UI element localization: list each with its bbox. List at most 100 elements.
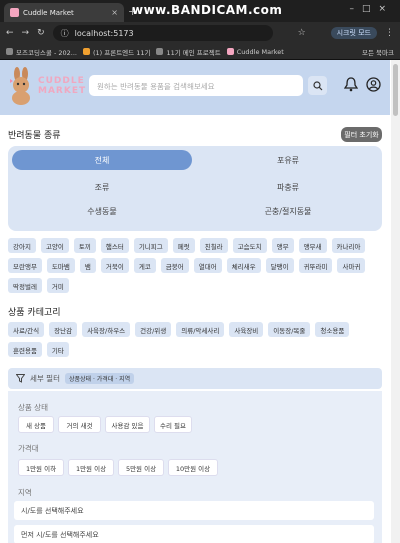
bookmark-item[interactable]: (1) 프론트엔드 11기 [82, 47, 150, 57]
bookmark-icon [156, 48, 164, 55]
back-icon[interactable]: ← [6, 28, 14, 38]
search-icon [312, 80, 322, 90]
category-chip[interactable]: 기타 [46, 342, 69, 357]
bookmark-item[interactable]: 11기 메인 프로젝트 [156, 47, 221, 57]
species-chip[interactable]: 강아지 [8, 238, 36, 253]
recording-watermark: www.BANDICAM.com [132, 3, 283, 17]
detail-filter-panel: 상품 상태 새 상품 거의 새것 사용감 있음 수리 필요 가격대 1만원 이하… [8, 391, 382, 543]
url-text: localhost:5173 [74, 28, 134, 38]
site-info-icon[interactable]: ⓘ [61, 28, 69, 39]
category-chip[interactable]: 사료/간식 [8, 322, 45, 337]
filter-icon [16, 374, 25, 383]
bookmark-icon [82, 48, 90, 55]
incognito-profile[interactable]: 시크릿 모드 [330, 27, 377, 39]
region-select[interactable]: 시/도를 선택해주세요 [14, 501, 374, 520]
species-chip[interactable]: 체리새우 [226, 258, 261, 273]
bookmark-star-icon[interactable]: ☆ [298, 28, 306, 38]
pet-type-bird[interactable]: 조류 [12, 177, 192, 197]
price-under-10k-button[interactable]: 1만원 이하 [18, 459, 64, 476]
species-chip[interactable]: 열대어 [193, 258, 222, 273]
category-chip[interactable]: 사육장비 [229, 322, 264, 337]
search-button[interactable] [308, 76, 327, 95]
all-bookmarks[interactable]: 모든 북마크 [362, 47, 394, 57]
reload-icon[interactable]: ↻ [37, 28, 45, 38]
category-chip[interactable]: 장난감 [49, 322, 78, 337]
species-chip[interactable]: 게코 [133, 258, 156, 273]
pet-type-aquatic[interactable]: 수생동물 [12, 201, 192, 221]
species-chip[interactable]: 거미 [46, 278, 69, 293]
logo-text: CUDDLE MARKET [38, 76, 87, 96]
pet-type-insect[interactable]: 곤충/절지동물 [198, 201, 378, 221]
tab-title: Cuddle Market [23, 8, 74, 17]
bookmark-item[interactable]: Cuddle Market [226, 48, 284, 56]
user-icon[interactable] [366, 77, 381, 92]
species-chip[interactable]: 토끼 [73, 238, 96, 253]
bell-icon[interactable] [344, 77, 358, 92]
species-chip[interactable]: 뱀 [79, 258, 96, 273]
species-chip[interactable]: 햄스터 [100, 238, 129, 253]
pet-type-all[interactable]: 전체 [12, 150, 192, 170]
species-chip[interactable]: 달팽이 [265, 258, 294, 273]
species-chip[interactable]: 카나리아 [331, 238, 366, 253]
category-chip[interactable]: 이동장/목줄 [268, 322, 311, 337]
detail-filter-title: 세부 필터 [30, 374, 60, 383]
species-chip[interactable]: 친칠라 [199, 238, 228, 253]
close-tab-icon[interactable]: × [111, 8, 118, 17]
page-scrollbar[interactable] [391, 60, 400, 543]
category-chip[interactable]: 청소용품 [315, 322, 350, 337]
species-chip[interactable]: 거북이 [100, 258, 129, 273]
species-chip[interactable]: 페럿 [172, 238, 195, 253]
logo[interactable]: CUDDLE MARKET [8, 67, 86, 105]
species-chip[interactable]: 앵무 [271, 238, 294, 253]
price-over-50k-button[interactable]: 5만원 이상 [118, 459, 164, 476]
species-chip[interactable]: 기니피그 [133, 238, 168, 253]
condition-new-button[interactable]: 새 상품 [18, 416, 54, 433]
detail-filter-tag: 상품상태 · 가격대 · 지역 [64, 373, 135, 384]
logo-mascot-icon [10, 67, 30, 105]
district-select[interactable]: 먼저 시/도를 선택해주세요 [14, 525, 374, 543]
category-chip-list: 사료/간식 장난감 사육장/하우스 건강/위생 의류/악세사리 사육장비 이동장/목줄 청소용… [8, 322, 382, 357]
window-controls[interactable]: –□× [349, 4, 394, 14]
address-bar: ← → ↻ ⓘ localhost:5173 ☆ 시크릿 모드 ⋮ [0, 22, 400, 44]
category-chip[interactable]: 건강/위생 [135, 322, 172, 337]
species-chip[interactable]: 도마뱀 [46, 258, 75, 273]
bookmark-icon [226, 48, 234, 55]
detail-filter-toggle[interactable]: 세부 필터 상품상태 · 가격대 · 지역 [8, 368, 382, 389]
species-chip[interactable]: 딱정벌레 [8, 278, 42, 293]
browser-titlebar: Cuddle Market × + www.BANDICAM.com –□× [0, 0, 400, 22]
category-title: 상품 카테고리 [8, 308, 61, 318]
category-chip[interactable]: 사육장/하우스 [82, 322, 131, 337]
scrollbar-thumb[interactable] [393, 64, 398, 116]
condition-used-button[interactable]: 사용감 있음 [105, 416, 150, 433]
app-header: CUDDLE MARKET 원하는 반려동물 용품을 검색해보세요 [0, 60, 390, 115]
pet-type-mammal[interactable]: 포유류 [198, 150, 378, 170]
price-over-100k-button[interactable]: 10만원 이상 [168, 459, 218, 476]
species-chip[interactable]: 사마귀 [337, 258, 366, 273]
region-label: 지역 [18, 488, 32, 497]
bookmark-icon [6, 48, 13, 55]
species-chip[interactable]: 고양이 [40, 238, 69, 253]
species-chip[interactable]: 앵무새 [298, 238, 327, 253]
species-chip[interactable]: 금붕어 [160, 258, 189, 273]
bookmark-item[interactable]: 모즈코딩스쿨 - 202... [6, 47, 77, 57]
forward-icon[interactable]: → [22, 28, 30, 38]
browser-tab[interactable]: Cuddle Market × [4, 3, 124, 22]
category-chip[interactable]: 의류/악세사리 [176, 322, 225, 337]
search-input[interactable]: 원하는 반려동물 용품을 검색해보세요 [89, 75, 303, 96]
species-chip-list: 강아지 고양이 토끼 햄스터 기니피그 페럿 친칠라 고슴도치 앵무 앵무새 카나리아모란앵무 도마뱀… [8, 238, 382, 293]
species-chip[interactable]: 고슴도치 [232, 238, 267, 253]
pet-type-selector: 전체 포유류 조류 파충류 수생동물 곤충/절지동물 [8, 146, 382, 231]
pet-type-title: 반려동물 종류 [8, 131, 61, 141]
category-chip[interactable]: 훈련용품 [8, 342, 42, 357]
price-over-10k-button[interactable]: 1만원 이상 [68, 459, 114, 476]
species-chip[interactable]: 귀뚜라미 [298, 258, 333, 273]
condition-like-new-button[interactable]: 거의 새것 [58, 416, 101, 433]
condition-repair-button[interactable]: 수리 필요 [154, 416, 192, 433]
pet-type-reptile[interactable]: 파충류 [198, 177, 378, 197]
species-chip[interactable]: 모란앵무 [8, 258, 42, 273]
price-label: 가격대 [18, 444, 39, 453]
menu-icon[interactable]: ⋮ [385, 28, 394, 38]
url-field[interactable]: ⓘ localhost:5173 [52, 25, 273, 41]
tab-favicon-icon [10, 8, 19, 17]
reset-filter-button[interactable]: 필터 초기화 [341, 127, 382, 142]
